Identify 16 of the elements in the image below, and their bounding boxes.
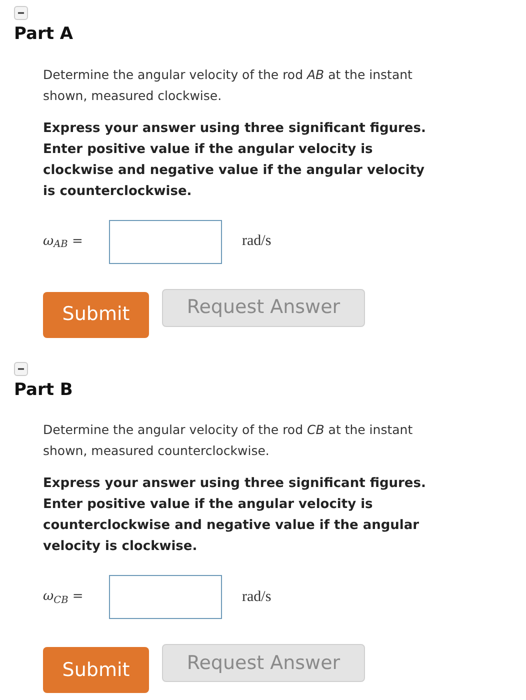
answer-instruction: Express your answer using three significant figures. Enter positive value if the angular velocity is counterclockwise and negative value if the angular velocity is clockwise. [43,475,427,556]
answer-input-field[interactable] [109,220,222,264]
part-title: Part B [14,378,73,402]
answer-label: ω$_{CB}$ = [43,588,84,607]
answer-instruction: Express your answer using three significant figures. Enter positive value if the angular velocity is clockwise and negative value if the angular velocity is counterclockwise. [43,120,427,200]
question-prompt: Determine the angular velocity of the rod CB at the instant shown, measured counterclockwise. [43,421,414,460]
answer-label: ω$_{AB}$ = [43,232,84,252]
collapse-icon[interactable] [14,6,28,20]
submit-button[interactable]: Submit [43,292,149,338]
part-title: Part A [14,23,74,46]
question-prompt: Determine the angular velocity of the rod AB at the instant shown, measured clockwise. [43,66,414,104]
submit-button[interactable]: Submit [43,647,149,693]
unit-label: rad/s [242,588,272,607]
collapse-icon[interactable] [14,362,28,376]
unit-label: rad/s [242,232,272,252]
answer-input-field[interactable] [109,575,222,619]
